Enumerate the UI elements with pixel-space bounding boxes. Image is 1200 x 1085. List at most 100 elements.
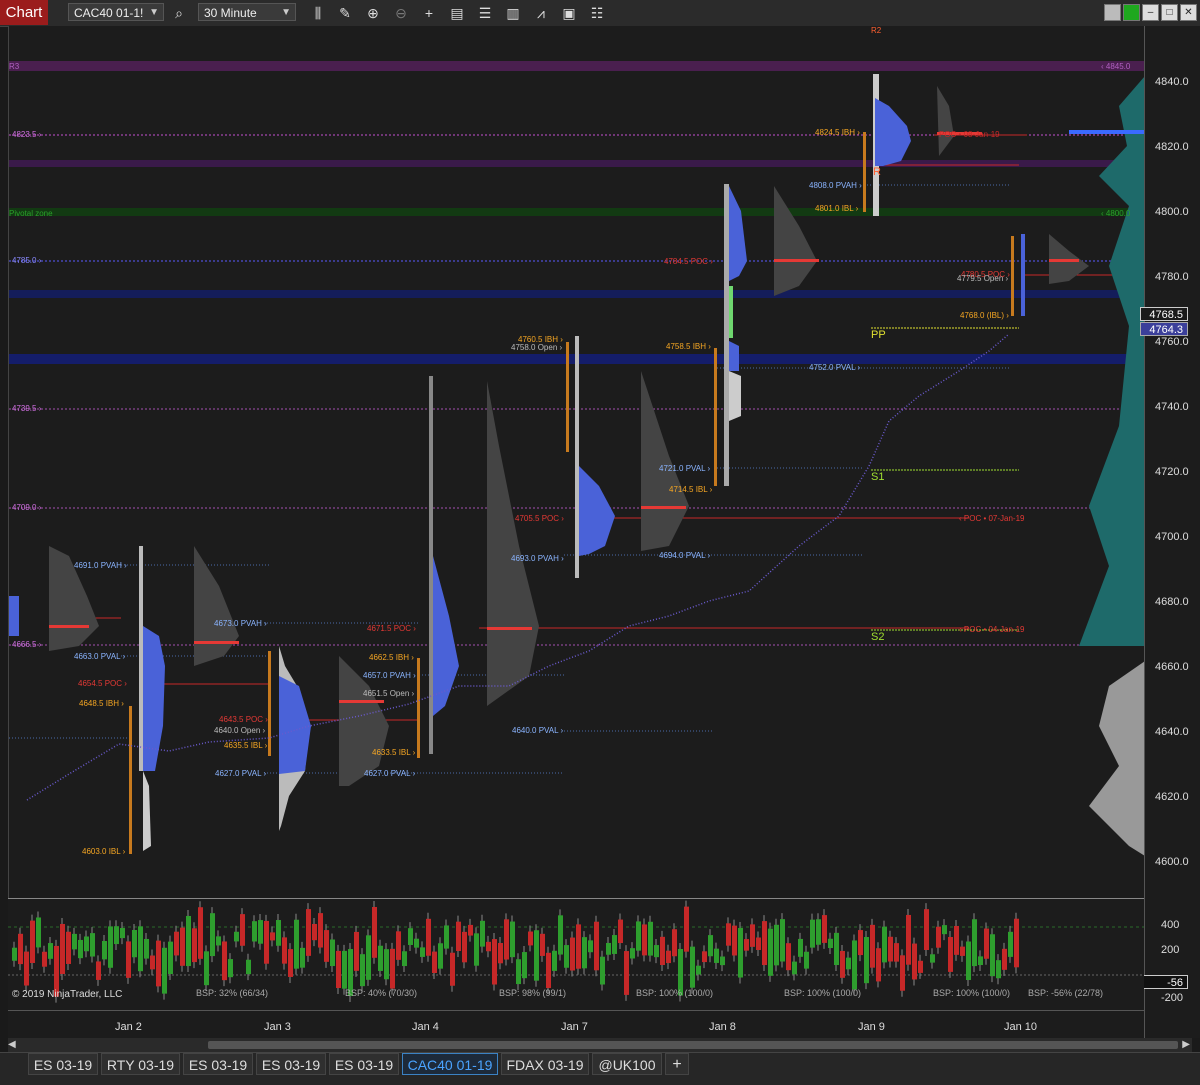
candle-body <box>234 931 239 942</box>
pvah-4657: 4657.0 PVAH › <box>363 671 416 680</box>
chevron-down-icon: ▼ <box>149 7 159 18</box>
link-color-icon[interactable] <box>1123 4 1140 21</box>
search-icon[interactable]: ⌕ <box>170 4 188 22</box>
time-axis[interactable]: Jan 2 Jan 3 Jan 4 Jan 7 Jan 8 Jan 9 Jan … <box>8 1010 1144 1039</box>
maximize-icon[interactable]: □ <box>1161 4 1178 21</box>
candle-body <box>798 938 803 957</box>
candle-body <box>912 943 917 980</box>
bsp-label: BSP: -56% (22/78) <box>1028 988 1104 998</box>
scroll-thumb[interactable] <box>208 1041 1178 1049</box>
candle-body <box>330 939 335 967</box>
candle-body <box>960 946 965 956</box>
ibl-4714-5: 4714.5 IBL › <box>669 485 713 494</box>
more-icon[interactable]: ☷ <box>588 4 606 22</box>
candle-body <box>696 965 701 975</box>
candle-body <box>42 951 47 967</box>
tab-es-3[interactable]: ES 03-19 <box>256 1053 326 1075</box>
templates-icon[interactable]: ▣ <box>560 4 578 22</box>
axis-tick: 4700.0 <box>1155 531 1189 543</box>
candle-body <box>660 936 665 966</box>
candle-body <box>96 961 101 980</box>
candle-body <box>150 955 155 970</box>
candle-body <box>954 925 959 955</box>
instrument-selector[interactable]: CAC40 01-1! ▼ <box>68 3 164 21</box>
candle-body <box>576 924 581 969</box>
horizontal-scrollbar[interactable]: ◀ ▶ <box>8 1038 1192 1052</box>
candle-body <box>36 917 41 948</box>
candle-body <box>354 931 359 971</box>
candle-body <box>600 956 605 985</box>
tab-es-2[interactable]: ES 03-19 <box>183 1053 253 1075</box>
minimize-icon[interactable]: – <box>1142 4 1159 21</box>
zoom-out-icon[interactable]: ⊖ <box>392 4 410 22</box>
ibh-4648-5: 4648.5 IBH › <box>79 699 124 708</box>
bsp-label: BSP: 40% (70/30) <box>345 988 418 998</box>
poc-4654-5: 4654.5 POC › <box>78 679 127 688</box>
crosshair-icon[interactable]: + <box>420 4 438 22</box>
ind-axis-tick: -200 <box>1161 992 1184 1004</box>
add-tab-button[interactable]: + <box>665 1053 689 1075</box>
scroll-right-icon[interactable]: ▶ <box>1182 1039 1190 1050</box>
candle-body <box>462 931 467 963</box>
candle-body <box>264 920 269 964</box>
chart-tab[interactable]: Chart <box>0 0 48 25</box>
minimize-tab-icon[interactable] <box>1104 4 1121 21</box>
candle-body <box>978 956 983 966</box>
open-4758: 4758.0 Open › <box>511 343 563 352</box>
bar-type-icon[interactable]: ⫼ <box>309 4 327 22</box>
current-price-tag: 4764.3 <box>1140 322 1188 336</box>
candle-body <box>786 943 791 971</box>
candle-body <box>492 939 497 985</box>
properties-icon[interactable]: ☰ <box>476 4 494 22</box>
candle-body <box>144 938 149 959</box>
candle-body <box>498 943 503 964</box>
zoom-in-icon[interactable]: ⊕ <box>364 4 382 22</box>
candle-body <box>606 942 611 955</box>
candle-body <box>882 926 887 963</box>
tab-es-1[interactable]: ES 03-19 <box>28 1053 98 1075</box>
candle-body <box>252 921 257 942</box>
candle-body <box>414 938 419 948</box>
indicator-panel[interactable]: © 2019 NinjaTrader, LLC BSP: 32% (66/34)… <box>8 898 1144 1011</box>
candle-body <box>516 959 521 985</box>
candle-body <box>258 920 263 944</box>
date-label: Jan 8 <box>709 1021 736 1033</box>
data-box-icon[interactable]: ▤ <box>448 4 466 22</box>
candle-body <box>930 954 935 963</box>
indicators-icon[interactable]: ⩘ <box>532 4 550 22</box>
session-profiles <box>9 74 1145 856</box>
price-panel[interactable]: R3 R2 Pivotal zone PP S1 S2 ‹ 4845.0 ‹ 4… <box>8 26 1145 898</box>
interval-selector[interactable]: 30 Minute ▼ <box>198 3 296 21</box>
candle-body <box>474 933 479 966</box>
tab-cac40[interactable]: CAC40 01-19 <box>402 1053 498 1075</box>
ibh-4662-5: 4662.5 IBH › <box>369 653 414 662</box>
tab-rty[interactable]: RTY 03-19 <box>101 1053 180 1075</box>
candle-body <box>126 941 131 978</box>
candle-body <box>708 935 713 957</box>
price-axis[interactable]: 4840.0 4820.0 4800.0 4780.0 4760.0 4740.… <box>1144 26 1200 1038</box>
tab-es-4[interactable]: ES 03-19 <box>329 1053 399 1075</box>
tab-fdax[interactable]: FDAX 03-19 <box>501 1053 589 1075</box>
candle-body <box>1002 948 1007 970</box>
bsp-label: BSP: 100% (100/0) <box>636 988 714 998</box>
candle-body <box>594 921 599 971</box>
candle-body <box>72 933 77 950</box>
price-chart-svg <box>9 61 1145 856</box>
candle-body <box>684 906 689 952</box>
candle-body <box>942 925 947 935</box>
candle-body <box>228 959 233 978</box>
candle-body <box>486 941 491 952</box>
tab-uk100[interactable]: @UK100 <box>592 1053 662 1075</box>
ibh-4758-5: 4758.5 IBH › <box>666 342 711 351</box>
candle-body <box>762 921 767 966</box>
drawing-tool-icon[interactable]: ✎ <box>336 4 354 22</box>
candle-body <box>810 919 815 948</box>
chart-toolbar: Chart CAC40 01-1! ▼ ⌕ 30 Minute ▼ ⫼ ✎ ⊕ … <box>0 0 1200 27</box>
level-4845: ‹ 4845.0 <box>1101 62 1131 71</box>
close-icon[interactable]: ✕ <box>1180 4 1197 21</box>
strategies-icon[interactable]: ▥ <box>504 4 522 22</box>
candle-body <box>18 933 23 965</box>
candle-body <box>318 913 323 948</box>
pval-4627-a: 4627.0 PVAL › <box>215 769 267 778</box>
scroll-left-icon[interactable]: ◀ <box>8 1039 16 1050</box>
